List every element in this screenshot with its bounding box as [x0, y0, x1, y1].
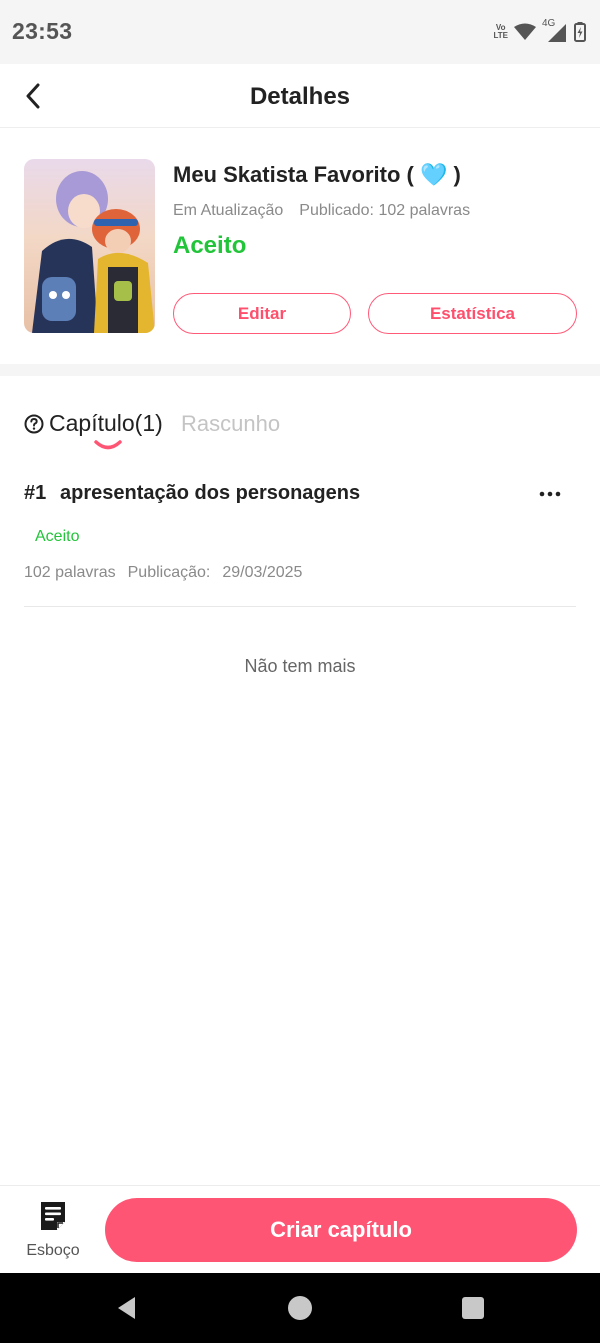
tab-chapters-label: Capítulo(1)	[49, 410, 163, 436]
status-icons: Vo LTE 4G	[493, 18, 586, 44]
nav-back-icon[interactable]	[113, 1294, 141, 1322]
statistics-button[interactable]: Estatística	[368, 293, 577, 334]
battery-charging-icon	[574, 22, 586, 42]
chapter-list-item[interactable]: #1 apresentação dos personagens Aceito 1…	[0, 466, 600, 608]
chapter-title: apresentação dos personagens	[60, 482, 361, 504]
tab-chapters[interactable]: Capítulo(1)	[24, 410, 163, 437]
chapter-status: Aceito	[35, 528, 80, 545]
wifi-icon	[514, 23, 536, 40]
create-chapter-button[interactable]: Criar capítulo	[105, 1198, 577, 1262]
more-options-button[interactable]	[534, 484, 566, 504]
book-meta: Em Atualização Publicado: 102 palavras	[173, 202, 470, 220]
book-cover[interactable]	[24, 159, 155, 333]
nav-recents-icon[interactable]	[461, 1297, 485, 1319]
chapter-pub-label: Publicação:	[127, 564, 211, 581]
bottom-action-bar: Esboço Criar capítulo	[0, 1185, 600, 1273]
volte-icon: Vo LTE	[493, 23, 508, 40]
system-nav-bar	[0, 1273, 600, 1343]
published-words: Publicado: 102 palavras	[299, 202, 471, 219]
status-bar: 23:53 Vo LTE 4G	[0, 0, 600, 64]
draft-label: Esboço	[26, 1242, 80, 1259]
tab-drafts[interactable]: Rascunho	[181, 411, 280, 437]
help-circle-icon[interactable]	[24, 414, 44, 434]
nav-home-icon[interactable]	[287, 1295, 313, 1321]
more-horizontal-icon	[539, 491, 561, 497]
draft-button[interactable]: Esboço	[14, 1200, 92, 1266]
draft-notes-icon	[41, 1202, 65, 1230]
list-end-note: Não tem mais	[244, 656, 356, 676]
active-tab-indicator	[94, 440, 122, 450]
chapter-meta: 102 palavras Publicação: 29/03/2025	[24, 564, 302, 582]
chapter-number: #1	[24, 482, 47, 504]
status-time: 23:53	[12, 18, 73, 44]
app-header: Detalhes	[0, 64, 600, 128]
book-card: Meu Skatista Favorito ( 🩵 ) Em Atualizaç…	[0, 128, 600, 364]
edit-button[interactable]: Editar	[173, 293, 351, 334]
book-title: Meu Skatista Favorito ( 🩵 )	[173, 162, 461, 187]
tab-bar: Capítulo(1) Rascunho	[0, 376, 600, 456]
section-divider	[0, 364, 600, 376]
review-status: Aceito	[173, 232, 247, 259]
chapter-words: 102 palavras	[24, 564, 116, 581]
update-status: Em Atualização	[173, 202, 284, 219]
page-title: Detalhes	[249, 83, 351, 110]
list-divider	[24, 606, 576, 607]
signal-icon: 4G	[542, 18, 568, 42]
chapter-pub-date: 29/03/2025	[222, 564, 303, 581]
